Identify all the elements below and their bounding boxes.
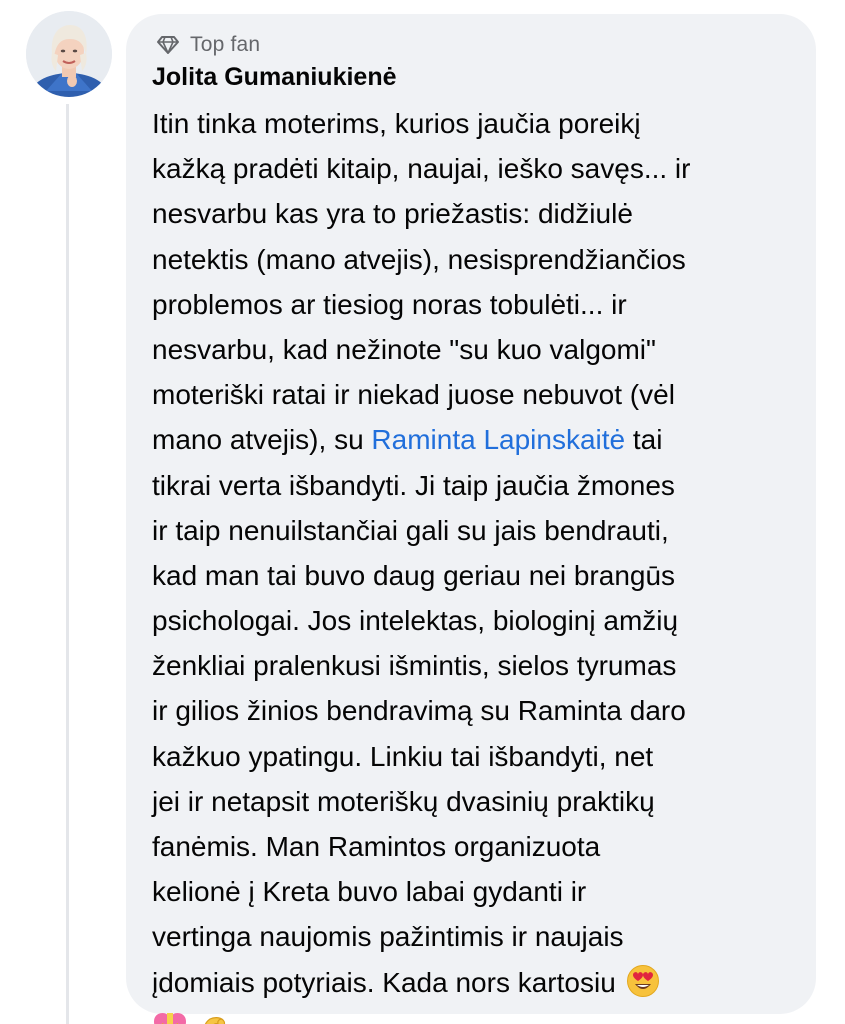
comment-line: tikrai verta išbandyti. Ji taip jaučia ž… [152,469,675,501]
author-name[interactable]: Jolita Gumaniukienė [152,63,397,92]
comment-line: jei ir netapsit moteriškų dvasinių prakt… [152,785,655,817]
comment-line: kelionė į Kreta buvo labai gydanti ir [152,876,587,908]
comment-line-part: mano atvejis), su [152,424,372,456]
comment-text: Itin tinka moterims, kurios jaučia porei… [152,101,802,1024]
thread-line [66,104,69,1024]
comment-line: ir gilios žinios bendravimą su Raminta d… [152,695,686,727]
comment-thread: Top fan Jolita Gumaniukienė Itin tinka m… [0,0,845,1024]
avatar-photo [26,11,112,97]
comment-line: problemos ar tiesiog noras tobulėti... i… [152,288,627,320]
heart-with-ribbon-emoji [152,1011,188,1024]
comment-line-part: įdomiais potyriais. Kada nors kartosiu [152,966,624,998]
comment-line: Itin tinka moterims, kurios jaučia porei… [152,108,641,139]
avatar[interactable] [26,11,112,97]
diamond-icon [156,35,180,55]
comment-line: nesvarbu kas yra to priežastis: didžiulė [152,198,633,230]
comment-line: psichologai. Jos intelektas, biologinį a… [152,605,679,637]
comment-line: moteriški ratai ir niekad juose nebuvot … [152,379,675,411]
comment-line: ir taip nenuilstančiai gali su jais bend… [152,514,669,546]
comment-line: kažkuo ypatingu. Linkiu tai išbandyti, n… [152,740,654,772]
comment-line-with-mention: mano atvejis), su Raminta Lapinskaitė ta… [152,417,802,462]
emoji-line [152,1005,802,1024]
pinching-hand-emoji [198,1011,232,1024]
comment-line-part: tai [625,424,663,456]
comment-line: kad man tai buvo daug geriau nei brangūs [152,559,676,591]
heart-eyes-emoji [626,964,660,998]
comment-line: fanėmis. Man Ramintos organizuota [152,831,601,862]
top-fan-badge[interactable]: Top fan [156,30,260,60]
comment-line-with-emoji: įdomiais potyriais. Kada nors kartosiu [152,960,802,1005]
mention-link[interactable]: Raminta Lapinskaitė [371,424,625,455]
comment-line: netektis (mano atvejis), nesisprendžianč… [152,243,686,275]
comment-line: nesvarbu, kad nežinote "su kuo valgomi" [152,333,656,365]
comment-line: ženkliai pralenkusi išmintis, sielos tyr… [152,650,677,682]
comment-line: kažką pradėti kitaip, naujai, ieško savę… [152,153,691,185]
comment-line: vertinga naujomis pažintimis ir naujais [152,921,624,953]
badge-label: Top fan [190,33,261,56]
